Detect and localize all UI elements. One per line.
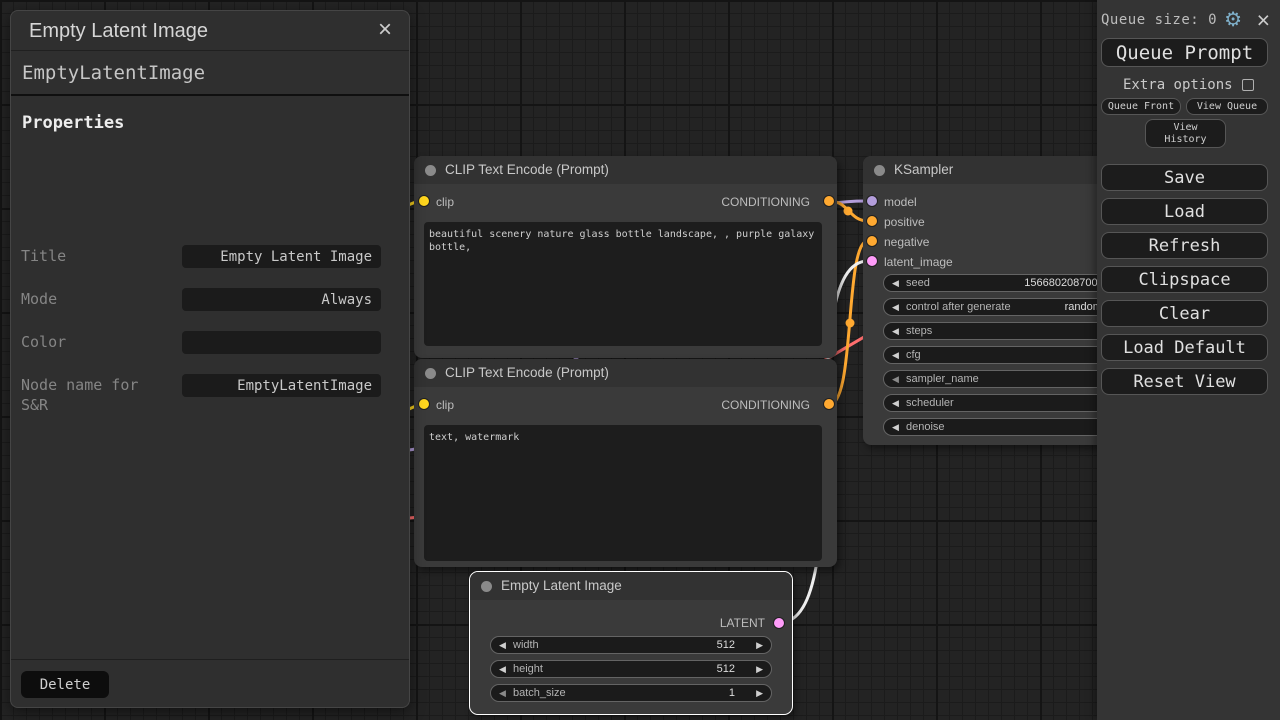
mode-field[interactable] (182, 288, 381, 311)
latent-output-dot[interactable] (774, 618, 784, 628)
increment-icon[interactable]: ▶ (756, 661, 763, 677)
decrement-icon[interactable]: ◀ (499, 637, 506, 653)
node-type-name: EmptyLatentImage (11, 51, 409, 96)
wire-midpoint-dot[interactable] (844, 207, 853, 216)
close-icon[interactable]: × (1257, 7, 1270, 33)
model-input-dot[interactable] (867, 196, 877, 206)
node-title-bar[interactable]: CLIP Text Encode (Prompt) (414, 156, 837, 184)
decrement-icon[interactable]: ◀ (892, 371, 899, 387)
node-title-text: Empty Latent Image (501, 578, 622, 593)
decrement-icon[interactable]: ◀ (892, 299, 899, 315)
wire-midpoint-dot[interactable] (846, 319, 855, 328)
extra-options-label: Extra options (1123, 77, 1233, 93)
load-button[interactable]: Load (1101, 198, 1268, 225)
prompt-textarea[interactable]: text, watermark (424, 425, 822, 561)
node-properties-panel: Empty Latent Image × EmptyLatentImage Pr… (10, 10, 410, 708)
title-label: Title (21, 246, 171, 266)
delete-button[interactable]: Delete (21, 671, 109, 698)
positive-input-label: positive (884, 215, 925, 229)
node-name-snr-field[interactable] (182, 374, 381, 397)
mode-label: Mode (21, 289, 171, 309)
load-default-button[interactable]: Load Default (1101, 334, 1268, 361)
clear-button[interactable]: Clear (1101, 300, 1268, 327)
divider (11, 659, 409, 660)
queue-prompt-button[interactable]: Queue Prompt (1101, 38, 1268, 67)
decrement-icon[interactable]: ◀ (892, 419, 899, 435)
latent-output-label: LATENT (720, 616, 765, 630)
view-history-button[interactable]: ViewHistory (1145, 119, 1226, 148)
node-clip-text-encode-negative[interactable]: CLIP Text Encode (Prompt) clip CONDITION… (414, 359, 837, 567)
prompt-textarea[interactable]: beautiful scenery nature glass bottle la… (424, 222, 822, 346)
clip-input-dot[interactable] (419, 196, 429, 206)
decrement-icon[interactable]: ◀ (892, 275, 899, 291)
queue-front-button[interactable]: Queue Front (1101, 98, 1181, 115)
decrement-icon[interactable]: ◀ (892, 323, 899, 339)
node-clip-text-encode-positive[interactable]: CLIP Text Encode (Prompt) clip CONDITION… (414, 156, 837, 358)
widget-batch-size[interactable]: ◀ batch_size 1 ▶ (490, 684, 772, 702)
positive-input-dot[interactable] (867, 216, 877, 226)
decrement-icon[interactable]: ◀ (499, 685, 506, 701)
color-label: Color (21, 332, 171, 352)
node-status-dot[interactable] (425, 368, 436, 379)
clip-input-dot[interactable] (419, 399, 429, 409)
title-field[interactable] (182, 245, 381, 268)
increment-icon[interactable]: ▶ (756, 685, 763, 701)
clip-input-label: clip (436, 398, 454, 412)
model-input-label: model (884, 195, 917, 209)
node-empty-latent-image[interactable]: Empty Latent Image LATENT ◀ width 512 ▶ … (470, 572, 792, 714)
clipspace-button[interactable]: Clipspace (1101, 266, 1268, 293)
conditioning-output-label: CONDITIONING (721, 398, 810, 412)
save-button[interactable]: Save (1101, 164, 1268, 191)
extra-options-checkbox[interactable] (1242, 79, 1254, 91)
panel-title: Empty Latent Image (29, 20, 208, 42)
node-title-bar[interactable]: CLIP Text Encode (Prompt) (414, 359, 837, 387)
node-status-dot[interactable] (425, 165, 436, 176)
latent-image-input-dot[interactable] (867, 256, 877, 266)
negative-input-dot[interactable] (867, 236, 877, 246)
negative-input-label: negative (884, 235, 929, 249)
reset-view-button[interactable]: Reset View (1101, 368, 1268, 395)
widget-height[interactable]: ◀ height 512 ▶ (490, 660, 772, 678)
node-title-text: CLIP Text Encode (Prompt) (445, 162, 609, 177)
decrement-icon[interactable]: ◀ (499, 661, 506, 677)
node-name-snr-label: Node name for S&R (21, 375, 171, 415)
properties-heading: Properties (11, 96, 409, 133)
color-field[interactable] (182, 331, 381, 354)
comfyui-menu: Queue size: 0 ⚙ × Queue Prompt Extra opt… (1097, 0, 1280, 720)
widget-width[interactable]: ◀ width 512 ▶ (490, 636, 772, 654)
conditioning-output-label: CONDITIONING (721, 195, 810, 209)
refresh-button[interactable]: Refresh (1101, 232, 1268, 259)
queue-size-text: Queue size: 0 (1101, 12, 1217, 28)
view-queue-button[interactable]: View Queue (1186, 98, 1268, 115)
node-title-bar[interactable]: Empty Latent Image (470, 572, 792, 600)
close-icon[interactable]: × (371, 11, 399, 51)
decrement-icon[interactable]: ◀ (892, 395, 899, 411)
node-title-text: CLIP Text Encode (Prompt) (445, 365, 609, 380)
latent-image-input-label: latent_image (884, 255, 953, 269)
clip-input-label: clip (436, 195, 454, 209)
node-status-dot[interactable] (481, 581, 492, 592)
decrement-icon[interactable]: ◀ (892, 347, 899, 363)
gear-icon[interactable]: ⚙ (1224, 8, 1242, 32)
increment-icon[interactable]: ▶ (756, 637, 763, 653)
conditioning-output-dot[interactable] (824, 399, 834, 409)
node-title-text: KSampler (894, 162, 953, 177)
conditioning-output-dot[interactable] (824, 196, 834, 206)
node-status-dot[interactable] (874, 165, 885, 176)
